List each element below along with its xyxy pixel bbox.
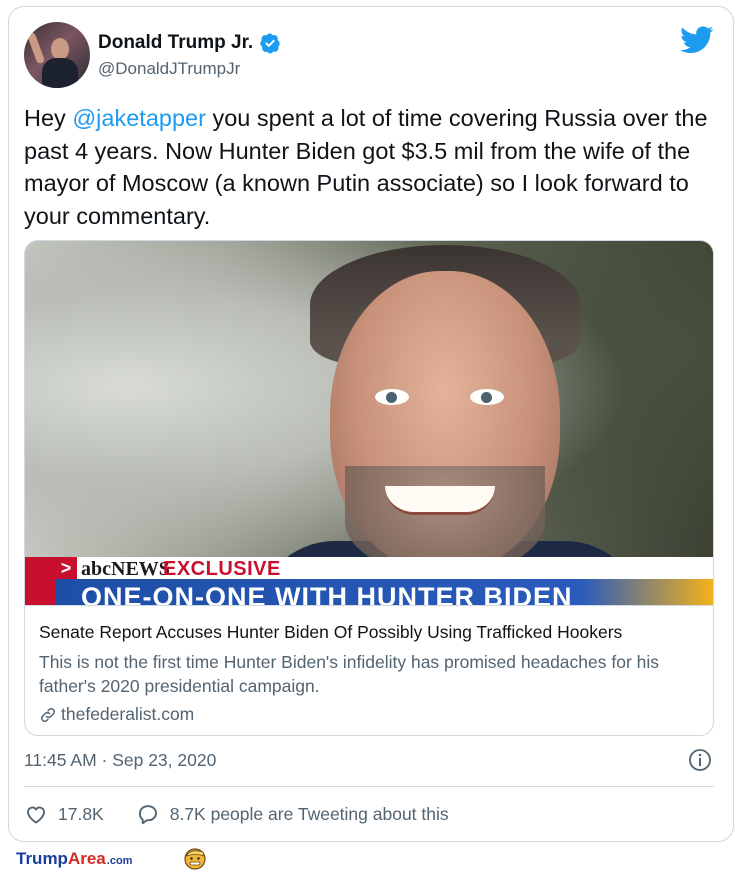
link-card-title: Senate Report Accuses Hunter Biden Of Po… [39,622,623,642]
link-preview-card[interactable]: > abcNEWS EXCLUSIVE ONE-ON-ONE WITH HUNT… [24,240,714,736]
tweet-timestamp[interactable]: 11:45 AM · Sep 23, 2020 [24,750,216,771]
mention-link[interactable]: @jaketapper [72,105,206,131]
like-count: 17.8K [58,803,104,824]
site-watermark: Trump Area .com [16,849,133,868]
link-preview-image[interactable]: > abcNEWS EXCLUSIVE ONE-ON-ONE WITH HUNT… [25,241,713,605]
link-icon [40,707,56,722]
tweet-text: Hey @jaketapper you spent a lot of time … [24,102,714,232]
author-avatar[interactable] [24,22,90,88]
twitter-bird-icon[interactable] [680,26,714,54]
author-name-row: Donald Trump Jr. [98,32,281,54]
tweet-text-pre: Hey [24,105,73,131]
tweeting-about-button[interactable]: 8.7K people are Tweeting about this [136,802,449,826]
link-card-description: This is not the first time Hunter Biden'… [39,652,660,696]
speech-bubble-icon [138,805,157,825]
info-icon[interactable] [688,748,712,772]
tweeting-text: 8.7K people are Tweeting about this [169,803,449,824]
link-card-info[interactable]: Senate Report Accuses Hunter Biden Of Po… [25,605,713,735]
news-lower-third: > abcNEWS EXCLUSIVE ONE-ON-ONE WITH HUNT… [25,557,713,605]
news-headline: ONE-ON-ONE WITH HUNTER BIDEN [81,582,573,605]
heart-icon [27,806,45,824]
link-card-domain-row: thefederalist.com [39,704,194,725]
trump-face-icon [184,848,206,870]
divider [24,786,714,787]
news-brand: abcNEWS [81,558,170,580]
verified-badge-icon [260,33,280,54]
author-name[interactable]: Donald Trump Jr. [98,32,253,54]
news-exclusive-tag: EXCLUSIVE [163,558,281,580]
tweet-actions: 17.8K 8.7K people are Tweeting about thi… [24,802,481,826]
like-button[interactable]: 17.8K [24,802,104,826]
link-card-domain: thefederalist.com [61,704,195,724]
author-handle[interactable]: @DonaldJTrumpJr [98,59,240,79]
chevron-icon: > [55,557,77,579]
